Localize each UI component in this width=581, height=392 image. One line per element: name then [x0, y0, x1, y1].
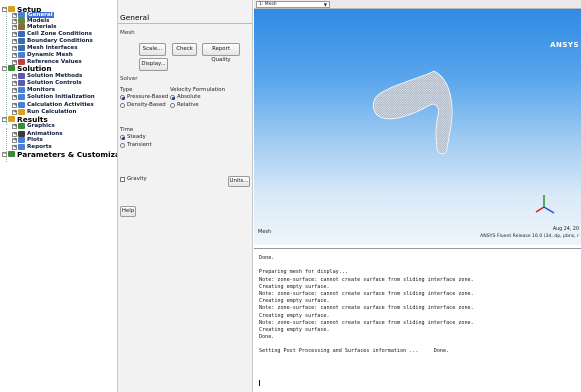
tree-connector-line [6, 128, 7, 162]
mesh-section-label: Mesh [120, 30, 135, 36]
console-line: Done. [259, 255, 275, 261]
radio-dot-icon [120, 134, 125, 140]
graphics-release-info: ANSYS Fluent Release 16.0 (3d, dp, pbns,… [480, 234, 579, 239]
view-select-dropdown[interactable]: 1: Mesh ▼ [256, 1, 330, 8]
tree-item-label: Solution Initialization [27, 94, 95, 100]
console-line: Note: zone-surface: cannot create surfac… [259, 290, 474, 297]
tree-item-solution-initialization[interactable]: + Solution Initialization [12, 93, 95, 101]
console-line: Creating empty surface. [259, 283, 330, 290]
steady-label: Steady [127, 134, 146, 140]
type-group-label: Type [120, 87, 133, 93]
gravity-label: Gravity [127, 176, 147, 182]
tree-item-label: Graphics [27, 123, 55, 129]
time-group-label: Time [120, 127, 134, 133]
graphics-caption: Mesh [258, 229, 272, 235]
solution-icon [8, 65, 15, 71]
console-line: Note: zone-surface: cannot create surfac… [259, 305, 474, 312]
units-button[interactable]: Units... [228, 176, 250, 187]
tree-item-graphics[interactable]: + Graphics [12, 122, 55, 130]
tree-connector-line [6, 9, 7, 69]
expand-icon[interactable]: + [12, 102, 17, 108]
expand-icon[interactable]: + [12, 38, 17, 44]
gravity-checkbox[interactable]: Gravity [120, 176, 147, 182]
relative-radio[interactable]: Relative [170, 102, 199, 108]
transient-label: Transient [127, 142, 152, 148]
pipe-mesh-shape [372, 70, 453, 155]
density-based-radio[interactable]: Density-Based [120, 102, 166, 108]
density-based-label: Density-Based [127, 102, 166, 108]
radio-dot-icon [170, 94, 175, 100]
expand-icon[interactable]: + [12, 87, 17, 93]
expand-icon[interactable]: + [12, 52, 17, 58]
pressure-based-label: Pressure-Based [127, 94, 169, 100]
view-select-value: 1: Mesh [259, 2, 277, 7]
title-divider [118, 23, 252, 24]
radio-dot-icon [120, 102, 125, 108]
graphics-icon [18, 123, 25, 129]
graphics-toolbar: 1: Mesh ▼ [254, 0, 581, 9]
console-line: Note: zone-surface: cannot create surfac… [259, 319, 474, 326]
pressure-based-radio[interactable]: Pressure-Based [120, 94, 168, 100]
console-output[interactable]: Done. Preparing mesh for display... Note: … [254, 248, 581, 392]
console-line: Creating empty surface. [259, 312, 330, 319]
velocity-formulation-label: Velocity Formulation [170, 87, 225, 93]
expand-icon[interactable]: + [12, 73, 17, 79]
console-line: Done. [259, 334, 275, 341]
console-line: Note: zone-surface: cannot create surfac… [259, 276, 474, 283]
parameters-icon [8, 151, 15, 157]
console-line: Setting Post Processing and Surfaces inf… [259, 348, 450, 355]
graphics-date: Aug 24, 20 [552, 227, 579, 232]
radio-dot-icon [120, 142, 125, 148]
expand-icon[interactable]: + [12, 31, 17, 37]
solution-init-icon [18, 94, 25, 100]
absolute-label: Absolute [177, 94, 201, 100]
checkbox-box-icon [120, 176, 125, 182]
transient-radio[interactable]: Transient [120, 142, 152, 148]
expand-icon[interactable]: + [12, 123, 17, 129]
report-quality-button[interactable]: Report Quality [202, 43, 240, 63]
console-line: Creating empty surface. [259, 326, 330, 333]
mesh-render [372, 70, 555, 214]
expand-icon[interactable]: + [12, 24, 17, 30]
absolute-radio[interactable]: Absolute [170, 94, 201, 100]
chevron-down-icon: ▼ [323, 2, 327, 7]
help-button[interactable]: Help [120, 206, 136, 217]
outline-tree: − Setup + General + Models + Materials + Cell Zon… [0, 0, 136, 392]
console-cursor [259, 380, 260, 386]
console-line: Preparing mesh for display... [259, 269, 348, 276]
relative-label: Relative [177, 102, 199, 108]
task-page-general: General Mesh Scale... Check Report Quali… [117, 0, 253, 392]
tree-connector-line [6, 70, 7, 125]
solver-section-label: Solver [120, 76, 138, 82]
display-button[interactable]: Display... [139, 58, 168, 71]
panel-title: General [120, 13, 150, 22]
console-line: Creating empty surface. [259, 298, 330, 305]
expand-icon[interactable]: + [12, 80, 17, 86]
radio-dot-icon [120, 94, 125, 100]
check-button[interactable]: Check [172, 43, 197, 56]
scale-button[interactable]: Scale... [139, 43, 166, 56]
axis-triad-icon [535, 195, 555, 214]
steady-radio[interactable]: Steady [120, 134, 146, 140]
expand-icon[interactable]: + [12, 94, 17, 100]
expand-icon[interactable]: + [12, 137, 17, 143]
expand-icon[interactable]: + [12, 45, 17, 51]
tree-item-solution[interactable]: − Solution [2, 64, 52, 73]
radio-dot-icon [170, 102, 175, 108]
graphics-window[interactable]: ANSYS Mesh Aug 24, 20 ANSYS Fluent Relea… [254, 9, 581, 245]
